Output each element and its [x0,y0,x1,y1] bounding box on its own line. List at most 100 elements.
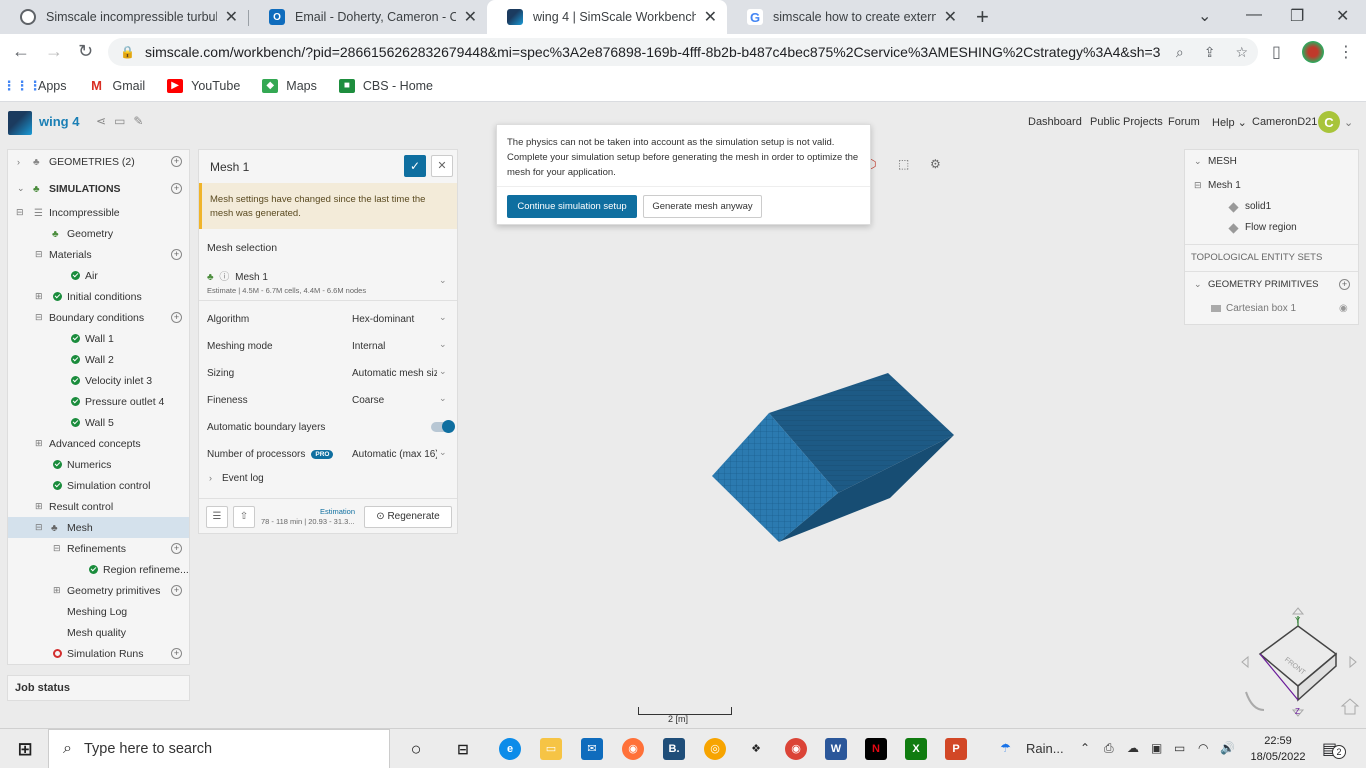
tree-item-mesh[interactable]: ⊟ ♣ Mesh [8,517,189,538]
b-app-icon[interactable]: B. [663,738,685,760]
display-icon[interactable]: ▣ [1151,741,1162,755]
tab-google-search[interactable]: G simscale how to create external f ✕ [727,0,967,34]
volume-icon[interactable]: 🔊 [1220,741,1235,755]
add-icon[interactable]: + [171,543,182,554]
rotate-left-icon[interactable] [1241,655,1249,669]
bookmark-apps[interactable]: ⋮⋮⋮ Apps [3,78,67,93]
nav-help[interactable]: Help ⌄ [1212,116,1247,129]
tree-item-simulation-control[interactable]: Simulation control [8,475,189,496]
tree-item-boundary-conditions[interactable]: ⊟ Boundary conditions + [8,307,189,328]
netflix-icon[interactable]: N [865,738,887,760]
continue-setup-button[interactable]: Continue simulation setup [507,195,637,218]
nav-username[interactable]: CameronD21 [1252,116,1317,128]
tree-item-meshing-log[interactable]: Meshing Log [8,601,189,622]
new-tab-button[interactable]: + [976,4,989,30]
sizing-select[interactable]: Sizing Automatic mesh sizi ⌄ [207,365,449,383]
wifi-icon[interactable]: ◠ [1198,741,1208,755]
minimize-button[interactable]: — [1246,6,1262,24]
tree-geometries[interactable]: › ♣ GEOMETRIES (2) + [8,151,189,172]
box-select-icon[interactable]: ⬚ [898,157,909,171]
tree-simulations[interactable]: ⌄ ♣ SIMULATIONS + [8,178,189,199]
weather-icon[interactable]: ☂ [1000,741,1011,755]
xbox-icon[interactable]: X [905,738,927,760]
close-icon[interactable]: ✕ [704,7,717,27]
expand-icon[interactable]: ⊞ [35,501,43,512]
tree-item-geometry[interactable]: ♣ Geometry [8,223,189,244]
eye-icon[interactable]: ◉ [1339,303,1348,314]
close-icon[interactable]: ✕ [464,7,477,27]
tab-search-chevron-icon[interactable]: ⌄ [1198,6,1211,26]
file-explorer-icon[interactable]: ▭ [540,738,562,760]
battery-icon[interactable]: ▭ [1174,741,1185,755]
share-icon[interactable]: ⋖ [96,114,114,128]
tree-item-result-control[interactable]: ⊞ Result control [8,496,189,517]
collapse-icon[interactable]: ⊟ [16,207,24,218]
boundary-layers-toggle[interactable] [431,420,455,433]
tray-chevron-icon[interactable]: ⌃ [1080,741,1090,755]
rotate-up-icon[interactable] [1291,607,1305,615]
algorithm-select[interactable]: Algorithm Hex-dominant ⌄ [207,311,449,329]
onedrive-icon[interactable]: ☁ [1127,741,1139,755]
fineness-select[interactable]: Fineness Coarse ⌄ [207,392,449,410]
tree-item-numerics[interactable]: Numerics [8,454,189,475]
chrome-icon[interactable]: ◉ [785,738,807,760]
address-bar[interactable]: 🔒 simscale.com/workbench/?pid=2866156262… [108,38,1258,66]
list-button[interactable]: ☰ [206,506,228,528]
generate-anyway-button[interactable]: Generate mesh anyway [643,195,762,218]
tree-item-wall-5[interactable]: Wall 5 [8,412,189,433]
close-icon[interactable]: ✕ [944,7,957,27]
tree-item-simulation-runs[interactable]: Simulation Runs + [8,643,189,664]
device-icon[interactable]: ⎙ [1104,741,1114,756]
firefox-icon[interactable]: ◉ [622,738,644,760]
simscale-logo-icon[interactable] [8,111,32,135]
weather-text[interactable]: Rain... [1026,741,1064,756]
chrome-profile-avatar[interactable] [1302,41,1324,63]
event-log-toggle[interactable]: › Event log [207,470,449,488]
meshing-mode-select[interactable]: Meshing mode Internal ⌄ [207,338,449,356]
cortana-icon[interactable]: ○ [405,738,427,760]
settings-gear-icon[interactable]: ⚙ [930,157,941,171]
tree-item-wall-2[interactable]: Wall 2 [8,349,189,370]
regenerate-button[interactable]: ⊙ Regenerate [364,506,452,528]
bookmark-youtube[interactable]: ▶ YouTube [167,78,240,93]
tree-item-air[interactable]: Air [8,265,189,286]
tree-item-initial-conditions[interactable]: ⊞ Initial conditions [8,286,189,307]
add-icon[interactable]: + [171,183,182,194]
bookmark-cbs[interactable]: ■ CBS - Home [338,78,433,93]
share-icon[interactable]: ⇪ [1204,44,1216,61]
bookmark-maps[interactable]: ◆ Maps [262,78,317,93]
add-icon[interactable]: + [171,249,182,260]
collapse-icon[interactable]: ⊟ [53,543,61,554]
monitor-icon[interactable]: ▭ [114,114,133,128]
rotate-view-icon[interactable] [1245,691,1265,711]
add-icon[interactable]: + [171,156,182,167]
edge-icon[interactable]: e [499,738,521,760]
powerpoint-icon[interactable]: P [945,738,967,760]
vpn-icon[interactable]: ◎ [704,738,726,760]
tree-item-pressure-outlet[interactable]: Pressure outlet 4 [8,391,189,412]
tree-item-advanced-concepts[interactable]: ⊞ Advanced concepts [8,433,189,454]
collapse-icon[interactable]: ⊟ [35,522,43,533]
nav-forum[interactable]: Forum [1168,116,1200,128]
tree-item-region-refinement[interactable]: Region refineme... [8,559,189,580]
dropbox-icon[interactable]: ❖ [745,738,767,760]
tree-item-geometry-primitives[interactable]: ⊞ Geometry primitives + [8,580,189,601]
task-view-icon[interactable]: ⊟ [452,738,474,760]
edit-icon[interactable]: ✎ [133,114,151,128]
job-status-panel[interactable]: Job status [7,675,190,701]
chevron-down-icon[interactable]: ⌄ [1344,116,1353,129]
confirm-button[interactable]: ✓ [404,155,426,177]
add-icon[interactable]: + [171,648,182,659]
chevron-down-icon[interactable]: ⌄ [17,183,25,194]
orientation-cube[interactable]: Y FRONT Z [1238,604,1360,722]
processors-select[interactable]: Number of processors PRO Automatic (max 1… [207,446,449,464]
collapse-icon[interactable]: ⊟ [35,312,43,323]
add-icon[interactable]: + [171,312,182,323]
tree-item-wall-1[interactable]: Wall 1 [8,328,189,349]
expand-icon[interactable]: ⊞ [35,291,43,302]
tab-simscale-forum[interactable]: Simscale incompressible turbulen ✕ [0,0,248,34]
nav-public-projects[interactable]: Public Projects [1090,116,1163,128]
user-avatar[interactable]: C [1318,111,1340,133]
tab-outlook[interactable]: O Email - Doherty, Cameron - Outlo ✕ [249,0,487,34]
close-button[interactable]: ✕ [431,155,453,177]
